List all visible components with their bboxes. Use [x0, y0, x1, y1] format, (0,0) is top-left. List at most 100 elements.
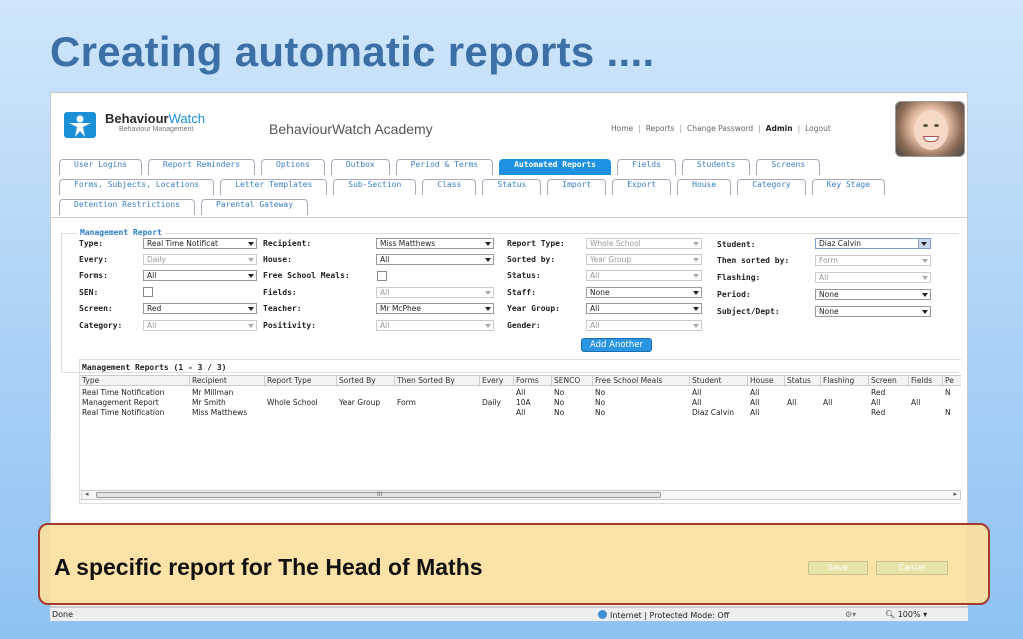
app-header: BehaviourWatch Behaviour Management Beha…	[51, 93, 967, 157]
recipient-select[interactable]: Miss Matthews	[376, 238, 494, 249]
tab-period-terms[interactable]: Period & Terms	[395, 159, 494, 175]
column-header-screen[interactable]: Screen	[869, 376, 909, 386]
table-cell: Form	[397, 398, 416, 407]
column-header-student[interactable]: Student	[690, 376, 748, 386]
zoom-level[interactable]: 🔍︎ 100% ▾	[885, 610, 927, 619]
table-cell: All	[516, 408, 526, 417]
nav-admin-link[interactable]: Admin	[766, 124, 793, 133]
sen-checkbox[interactable]	[143, 287, 153, 297]
save-button[interactable]: Save	[808, 561, 868, 575]
tab-import[interactable]: Import	[547, 179, 607, 195]
nav-home-link[interactable]: Home	[611, 124, 633, 133]
top-nav: Home | Reports | Change Password | Admin | L…	[611, 124, 831, 133]
then-sorted-label: Then sorted by:	[717, 256, 790, 265]
scroll-left-icon[interactable]: ◂	[85, 490, 89, 498]
gender-select[interactable]: All	[586, 320, 702, 331]
tab-automated-reports[interactable]: Automated Reports	[499, 159, 611, 175]
table-cell: Real Time Notification	[82, 388, 165, 397]
scroll-right-icon[interactable]: ▸	[953, 490, 957, 498]
every-select[interactable]: Daily	[143, 254, 257, 265]
tab-export[interactable]: Export	[612, 179, 672, 195]
positivity-select[interactable]: All	[376, 320, 494, 331]
tab-class[interactable]: Class	[422, 179, 477, 195]
tab-status[interactable]: Status	[482, 179, 542, 195]
behaviourwatch-logo[interactable]: BehaviourWatch Behaviour Management	[63, 111, 243, 141]
table-cell: All	[750, 388, 760, 397]
type-label: Type:	[79, 239, 104, 248]
table-cell: All	[516, 388, 526, 397]
flashing-select[interactable]: All	[815, 272, 931, 283]
category-select[interactable]: All	[143, 320, 257, 331]
tab-house[interactable]: House	[677, 179, 732, 195]
tab-forms-subjects-locations[interactable]: Forms, Subjects, Locations	[59, 179, 215, 195]
table-cell: No	[595, 398, 606, 407]
table-cell: All	[750, 408, 760, 417]
horizontal-scrollbar[interactable]: ◂ III ▸	[81, 490, 961, 500]
column-header-fields[interactable]: Fields	[909, 376, 943, 386]
status-select[interactable]: All	[586, 270, 702, 281]
table-cell: Miss Matthews	[192, 408, 248, 417]
subject-select[interactable]: None	[815, 306, 931, 317]
forms-select[interactable]: All	[143, 270, 257, 281]
column-header-sorted-by[interactable]: Sorted By	[337, 376, 395, 386]
column-header-pe[interactable]: Pe	[943, 376, 961, 386]
column-header-type[interactable]: Type	[80, 376, 190, 386]
nav-change-password-link[interactable]: Change Password	[687, 124, 753, 133]
tab-students[interactable]: Students	[681, 159, 751, 175]
table-title: Management Reports (1 - 3 / 3)	[82, 363, 227, 372]
management-reports-table: Management Reports (1 - 3 / 3) Type Recip…	[79, 359, 961, 504]
house-select[interactable]: All	[376, 254, 494, 265]
column-header-every[interactable]: Every	[480, 376, 514, 386]
then-sorted-select[interactable]: Form	[815, 255, 931, 266]
sorted-by-select[interactable]: Year Group	[586, 254, 702, 265]
year-group-select[interactable]: All	[586, 303, 702, 314]
column-header-forms[interactable]: Forms	[514, 376, 552, 386]
logo-subtitle: Behaviour Management	[119, 126, 194, 133]
period-label: Period:	[717, 290, 751, 299]
gender-label: Gender:	[507, 321, 541, 330]
tab-key-stage[interactable]: Key Stage	[811, 179, 886, 195]
tab-screens[interactable]: Screens	[756, 159, 821, 175]
tab-fields[interactable]: Fields	[617, 159, 676, 175]
fsm-checkbox[interactable]	[377, 271, 387, 281]
tab-parental-gateway[interactable]: Parental Gateway	[200, 199, 309, 215]
column-header-free-school-meals[interactable]: Free School Meals	[593, 376, 690, 386]
period-select[interactable]: None	[815, 289, 931, 300]
staff-select[interactable]: None	[586, 287, 702, 298]
tab-letter-templates[interactable]: Letter Templates	[220, 179, 328, 195]
table-header: Type Recipient Report Type Sorted By Then So…	[80, 375, 961, 386]
nav-reports-link[interactable]: Reports	[646, 124, 675, 133]
report-type-select[interactable]: Whole School	[586, 238, 702, 249]
tab-user-logins[interactable]: User Logins	[59, 159, 142, 175]
tab-options[interactable]: Options	[261, 159, 325, 175]
column-header-senco[interactable]: SENCO	[552, 376, 593, 386]
tab-report-reminders[interactable]: Report Reminders	[147, 159, 256, 175]
status-label: Status:	[507, 271, 541, 280]
tab-outbox[interactable]: Outbox	[330, 159, 390, 175]
fields-select[interactable]: All	[376, 287, 494, 298]
tab-detention-restrictions[interactable]: Detention Restrictions	[59, 199, 195, 215]
add-another-button[interactable]: Add Another	[581, 338, 653, 352]
category-label: Category:	[79, 321, 123, 330]
tab-category[interactable]: Category	[737, 179, 806, 195]
table-cell: All	[823, 398, 833, 407]
cancel-button[interactable]: Cancel	[876, 561, 948, 575]
column-header-house[interactable]: House	[748, 376, 785, 386]
user-avatar	[895, 101, 965, 157]
column-header-flashing[interactable]: Flashing	[821, 376, 869, 386]
column-header-then-sorted-by[interactable]: Then Sorted By	[395, 376, 480, 386]
globe-icon	[598, 610, 607, 619]
column-header-report-type[interactable]: Report Type	[265, 376, 337, 386]
column-header-status[interactable]: Status	[785, 376, 821, 386]
report-type-label: Report Type:	[507, 239, 565, 248]
screen-select[interactable]: Red	[143, 303, 257, 314]
type-select[interactable]: Real Time Notificat	[143, 238, 257, 249]
student-select[interactable]: Diaz Calvin	[815, 238, 931, 249]
tab-sub-section[interactable]: Sub-Section	[333, 179, 417, 195]
table-cell: 10A	[516, 398, 531, 407]
nav-logout-link[interactable]: Logout	[805, 124, 831, 133]
sorted-by-label: Sorted by:	[507, 255, 556, 264]
column-header-recipient[interactable]: Recipient	[190, 376, 265, 386]
teacher-select[interactable]: Mr McPhee	[376, 303, 494, 314]
scroll-thumb[interactable]: III	[96, 491, 661, 498]
